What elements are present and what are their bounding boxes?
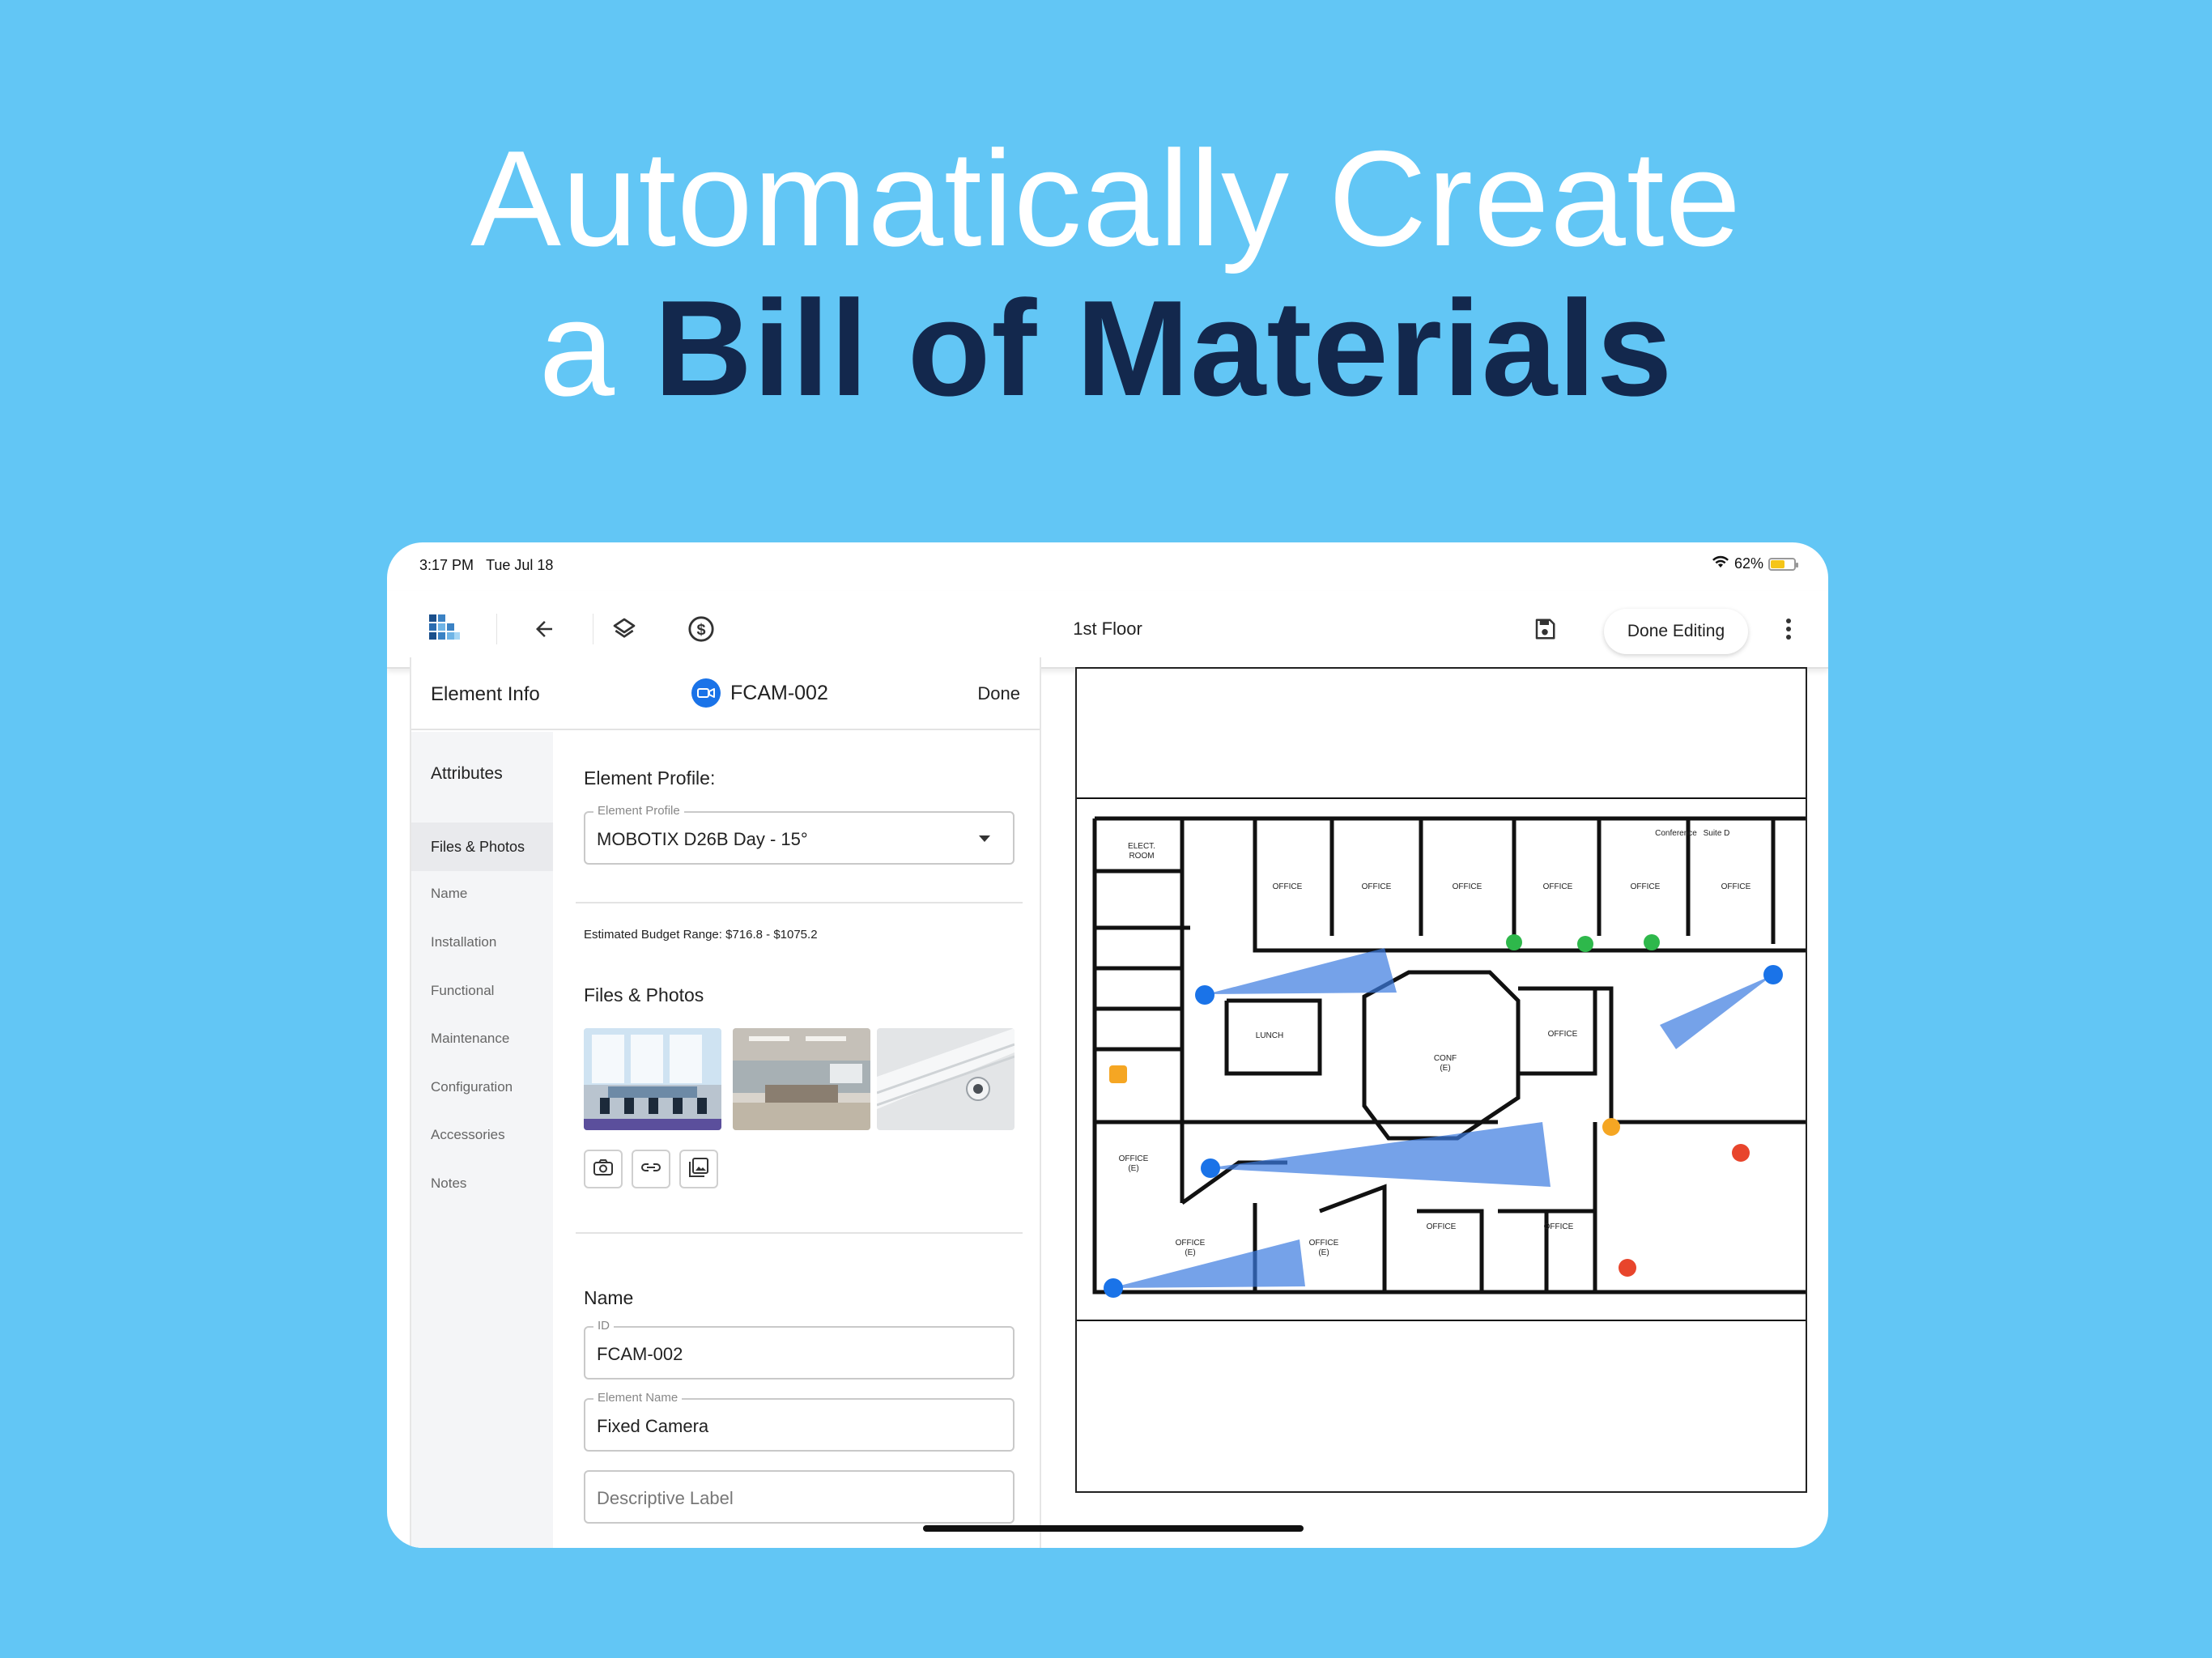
done-editing-button[interactable]: Done Editing bbox=[1604, 609, 1748, 654]
photo-camera-icon bbox=[593, 1158, 614, 1180]
svg-text:OFFICE: OFFICE bbox=[1119, 1154, 1149, 1163]
nav-name[interactable]: Name bbox=[411, 886, 553, 902]
photo-thumbnail[interactable] bbox=[877, 1028, 1015, 1130]
nav-files-photos[interactable]: Files & Photos bbox=[411, 823, 553, 871]
element-profile-select[interactable]: Element Profile MOBOTIX D26B Day - 15° bbox=[584, 804, 1015, 865]
nav-attributes[interactable]: Attributes bbox=[411, 764, 553, 784]
status-time: 3:17 PM bbox=[419, 557, 474, 573]
add-link-button[interactable] bbox=[632, 1150, 670, 1188]
photo-thumbnail[interactable] bbox=[584, 1028, 721, 1130]
nav-maintenance[interactable]: Maintenance bbox=[411, 1031, 553, 1047]
attributes-content: Element Profile: Element Profile MOBOTIX… bbox=[553, 732, 1041, 1548]
profile-field-label: Element Profile bbox=[593, 804, 684, 818]
side-nav: Attributes Files & Photos Name Installat… bbox=[411, 732, 553, 1548]
id-field-label: ID bbox=[593, 1319, 614, 1333]
nav-installation[interactable]: Installation bbox=[411, 934, 553, 950]
profile-field-value: MOBOTIX D26B Day - 15° bbox=[597, 829, 808, 849]
svg-text:CONF: CONF bbox=[1434, 1054, 1457, 1063]
section-divider bbox=[576, 902, 1023, 903]
svg-text:OFFICE: OFFICE bbox=[1176, 1239, 1206, 1248]
element-chip: FCAM-002 bbox=[691, 678, 828, 708]
profile-section-title: Element Profile: bbox=[584, 767, 716, 789]
element-info-panel: Element Info FCAM-002 Done Attributes Fi… bbox=[410, 657, 1041, 1548]
svg-text:OFFICE: OFFICE bbox=[1427, 1222, 1457, 1231]
status-date: Tue Jul 18 bbox=[486, 557, 554, 573]
camera-icon bbox=[691, 678, 721, 708]
coverage-cone bbox=[1111, 1239, 1305, 1288]
camera-capture-button[interactable] bbox=[584, 1150, 623, 1188]
panel-title: Element Info bbox=[431, 683, 540, 705]
nav-configuration[interactable]: Configuration bbox=[411, 1079, 553, 1095]
headline-prefix: a bbox=[538, 272, 654, 424]
nav-functional[interactable]: Functional bbox=[411, 983, 553, 999]
svg-text:OFFICE: OFFICE bbox=[1544, 1222, 1574, 1231]
svg-text:Conference: Conference bbox=[1655, 829, 1697, 838]
dropdown-caret-icon bbox=[979, 835, 990, 842]
status-time-date: 3:17 PM Tue Jul 18 bbox=[419, 557, 553, 574]
svg-text:(E): (E) bbox=[1185, 1248, 1195, 1257]
headline-line-2: a Bill of Materials bbox=[0, 267, 2212, 429]
nav-notes[interactable]: Notes bbox=[411, 1175, 553, 1192]
home-indicator bbox=[923, 1525, 1304, 1532]
section-divider bbox=[576, 1232, 1023, 1234]
svg-text:OFFICE: OFFICE bbox=[1543, 882, 1573, 891]
camera-markers bbox=[1104, 965, 1783, 1298]
svg-text:OFFICE: OFFICE bbox=[1721, 882, 1751, 891]
floor-plan-canvas[interactable]: ELECT. ROOM OFFICE OFFICE OFFICE OFFICE OFFI… bbox=[1075, 667, 1807, 1493]
panel-header: Element Info FCAM-002 Done bbox=[411, 657, 1040, 730]
svg-text:ROOM: ROOM bbox=[1129, 852, 1154, 861]
svg-text:OFFICE: OFFICE bbox=[1309, 1239, 1339, 1248]
more-vert-icon[interactable] bbox=[1767, 607, 1810, 651]
photo-library-icon bbox=[688, 1157, 709, 1182]
battery-fill bbox=[1771, 559, 1785, 568]
name-section-title: Name bbox=[584, 1287, 634, 1308]
coverage-cone bbox=[1206, 948, 1397, 994]
element-id-title: FCAM-002 bbox=[730, 681, 828, 704]
files-section-title: Files & Photos bbox=[584, 984, 704, 1005]
wifi-icon bbox=[1712, 555, 1729, 572]
svg-text:OFFICE: OFFICE bbox=[1362, 882, 1392, 891]
element-name-field[interactable]: Element Name Fixed Camera bbox=[584, 1391, 1015, 1452]
status-bar: 3:17 PM Tue Jul 18 62% bbox=[387, 542, 1828, 591]
headline-line-1: Automatically Create bbox=[470, 122, 1742, 274]
id-field[interactable]: ID FCAM-002 bbox=[584, 1319, 1015, 1380]
photo-library-button[interactable] bbox=[679, 1150, 718, 1188]
svg-text:Suite D: Suite D bbox=[1704, 829, 1730, 838]
svg-text:(E): (E) bbox=[1440, 1064, 1450, 1073]
battery-percent: 62% bbox=[1733, 555, 1763, 572]
tablet-frame: 3:17 PM Tue Jul 18 62% $ 1st Floor Done … bbox=[387, 542, 1828, 1548]
save-icon[interactable] bbox=[1523, 607, 1567, 651]
status-right: 62% bbox=[1712, 555, 1798, 572]
svg-text:OFFICE: OFFICE bbox=[1548, 1030, 1578, 1039]
link-icon bbox=[640, 1159, 662, 1180]
svg-text:(E): (E) bbox=[1318, 1248, 1329, 1257]
svg-text:ELECT.: ELECT. bbox=[1128, 842, 1155, 851]
descriptive-label-field[interactable]: Descriptive Label bbox=[584, 1470, 1015, 1524]
svg-text:OFFICE: OFFICE bbox=[1273, 882, 1303, 891]
svg-text:OFFICE: OFFICE bbox=[1631, 882, 1661, 891]
headline-bold: Bill of Materials bbox=[653, 272, 1674, 424]
element-name-value: Fixed Camera bbox=[597, 1416, 709, 1436]
coverage-cone bbox=[1660, 975, 1773, 1049]
svg-text:(E): (E) bbox=[1128, 1164, 1138, 1173]
element-name-label: Element Name bbox=[593, 1391, 683, 1405]
nav-accessories[interactable]: Accessories bbox=[411, 1127, 553, 1143]
photo-thumbnail[interactable] bbox=[733, 1028, 870, 1130]
svg-text:LUNCH: LUNCH bbox=[1256, 1031, 1283, 1040]
panel-done-button[interactable]: Done bbox=[977, 683, 1020, 704]
descriptive-label-placeholder: Descriptive Label bbox=[597, 1488, 734, 1508]
floor-plan-drawing: ELECT.ROOM OFFICE OFFICE OFFICE OFFICE OFFI… bbox=[1077, 797, 1806, 1321]
budget-range: Estimated Budget Range: $716.8 - $1075.2 bbox=[584, 928, 818, 942]
battery-icon bbox=[1768, 557, 1798, 571]
coverage-cone bbox=[1206, 1122, 1551, 1187]
id-field-value: FCAM-002 bbox=[597, 1344, 683, 1364]
svg-text:OFFICE: OFFICE bbox=[1453, 882, 1482, 891]
